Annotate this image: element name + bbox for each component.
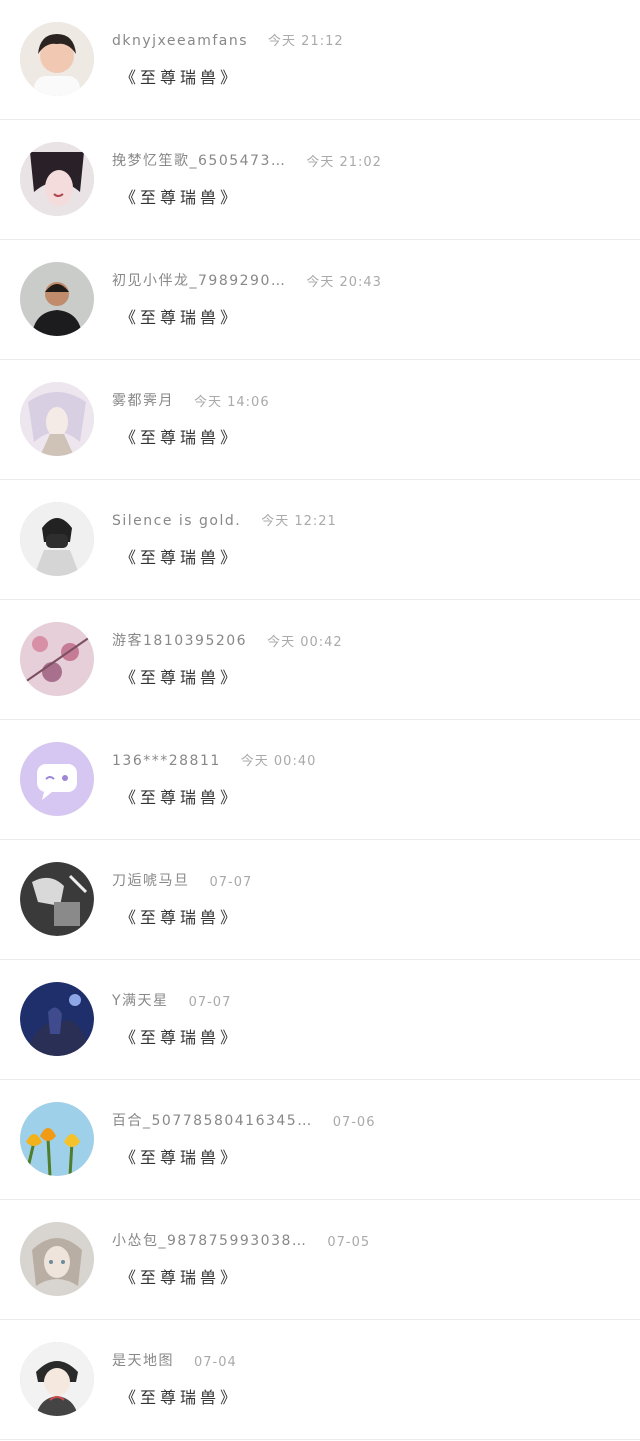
- message-time: 今天 21:12: [268, 34, 344, 49]
- message-row[interactable]: 刀逅唬马旦 07-07 《至尊瑞兽》: [0, 840, 640, 960]
- girl-photo-avatar[interactable]: [20, 22, 94, 96]
- man-photo-avatar[interactable]: [20, 262, 94, 336]
- message-meta: 小怂包_987875993038… 07-05: [112, 1230, 370, 1250]
- message-title: 《至尊瑞兽》: [120, 68, 241, 87]
- anime-girl-avatar[interactable]: [20, 142, 94, 216]
- user-name[interactable]: 刀逅唬马旦: [112, 870, 190, 890]
- message-title: 《至尊瑞兽》: [120, 908, 241, 927]
- message-title: 《至尊瑞兽》: [120, 1388, 241, 1407]
- masked-man-avatar[interactable]: [20, 502, 94, 576]
- message-row[interactable]: 挽梦忆笙歌_6505473… 今天 21:02 《至尊瑞兽》: [0, 120, 640, 240]
- message-row[interactable]: 小怂包_987875993038… 07-05 《至尊瑞兽》: [0, 1200, 640, 1320]
- anime-girl-soft-avatar[interactable]: [20, 1222, 94, 1296]
- message-meta: 初见小伴龙_7989290… 今天 20:43: [112, 270, 382, 290]
- message-title: 《至尊瑞兽》: [120, 1268, 241, 1287]
- message-title: 《至尊瑞兽》: [120, 548, 241, 567]
- message-meta: 是天地图 07-04: [112, 1350, 237, 1370]
- message-meta: Silence is gold. 今天 12:21: [112, 510, 337, 529]
- anime-boy-avatar[interactable]: [20, 1342, 94, 1416]
- message-title: 《至尊瑞兽》: [120, 1148, 241, 1167]
- message-meta: 游客1810395206 今天 00:42: [112, 630, 343, 650]
- message-time: 07-07: [209, 875, 253, 890]
- message-row[interactable]: 136***28811 今天 00:40 《至尊瑞兽》: [0, 720, 640, 840]
- message-time: 今天 00:42: [267, 635, 343, 650]
- message-title: 《至尊瑞兽》: [120, 188, 241, 207]
- message-title: 《至尊瑞兽》: [120, 308, 241, 327]
- anime-character-avatar[interactable]: [20, 382, 94, 456]
- bw-photo-avatar[interactable]: [20, 862, 94, 936]
- message-row[interactable]: 雾都霁月 今天 14:06 《至尊瑞兽》: [0, 360, 640, 480]
- message-row[interactable]: Y满天星 07-07 《至尊瑞兽》: [0, 960, 640, 1080]
- message-meta: 刀逅唬马旦 07-07: [112, 870, 252, 890]
- message-time: 07-07: [188, 995, 232, 1010]
- message-list: dknyjxeeamfans 今天 21:12 《至尊瑞兽》 挽梦忆笙歌_650547…: [0, 0, 640, 1440]
- message-meta: 挽梦忆笙歌_6505473… 今天 21:02: [112, 150, 382, 170]
- user-name[interactable]: 小怂包_987875993038…: [112, 1230, 307, 1250]
- message-row[interactable]: 是天地图 07-04 《至尊瑞兽》: [0, 1320, 640, 1440]
- user-name[interactable]: dknyjxeeamfans: [112, 33, 248, 49]
- message-time: 今天 20:43: [306, 275, 382, 290]
- message-title: 《至尊瑞兽》: [120, 1028, 241, 1047]
- user-name[interactable]: Y满天星: [112, 990, 169, 1010]
- user-name[interactable]: 雾都霁月: [112, 390, 174, 410]
- message-meta: 136***28811 今天 00:40: [112, 750, 316, 769]
- message-meta: Y满天星 07-07: [112, 990, 231, 1010]
- message-row[interactable]: dknyjxeeamfans 今天 21:12 《至尊瑞兽》: [0, 0, 640, 120]
- message-meta: dknyjxeeamfans 今天 21:12: [112, 30, 344, 49]
- message-time: 07-05: [327, 1235, 371, 1250]
- message-title: 《至尊瑞兽》: [120, 788, 241, 807]
- default-chat-avatar[interactable]: [20, 742, 94, 816]
- message-time: 今天 14:06: [194, 395, 270, 410]
- user-name[interactable]: 是天地图: [112, 1350, 174, 1370]
- message-title: 《至尊瑞兽》: [120, 668, 241, 687]
- user-name[interactable]: 136***28811: [112, 753, 221, 769]
- message-time: 07-06: [332, 1115, 376, 1130]
- user-name[interactable]: 挽梦忆笙歌_6505473…: [112, 150, 286, 170]
- message-row[interactable]: 百合_50778580416345… 07-06 《至尊瑞兽》: [0, 1080, 640, 1200]
- message-meta: 雾都霁月 今天 14:06: [112, 390, 270, 410]
- user-name[interactable]: 游客1810395206: [112, 630, 247, 650]
- user-name[interactable]: 百合_50778580416345…: [112, 1110, 313, 1130]
- message-row[interactable]: 游客1810395206 今天 00:42 《至尊瑞兽》: [0, 600, 640, 720]
- message-time: 今天 21:02: [306, 155, 382, 170]
- message-meta: 百合_50778580416345… 07-06: [112, 1110, 375, 1130]
- user-name[interactable]: 初见小伴龙_7989290…: [112, 270, 286, 290]
- message-row[interactable]: Silence is gold. 今天 12:21 《至尊瑞兽》: [0, 480, 640, 600]
- message-row[interactable]: 初见小伴龙_7989290… 今天 20:43 《至尊瑞兽》: [0, 240, 640, 360]
- user-name[interactable]: Silence is gold.: [112, 513, 241, 529]
- message-title: 《至尊瑞兽》: [120, 428, 241, 447]
- blue-night-avatar[interactable]: [20, 982, 94, 1056]
- tulips-avatar[interactable]: [20, 1102, 94, 1176]
- message-time: 今天 12:21: [261, 514, 337, 529]
- message-time: 今天 00:40: [240, 754, 317, 769]
- pink-flowers-avatar[interactable]: [20, 622, 94, 696]
- message-time: 07-04: [194, 1355, 237, 1370]
